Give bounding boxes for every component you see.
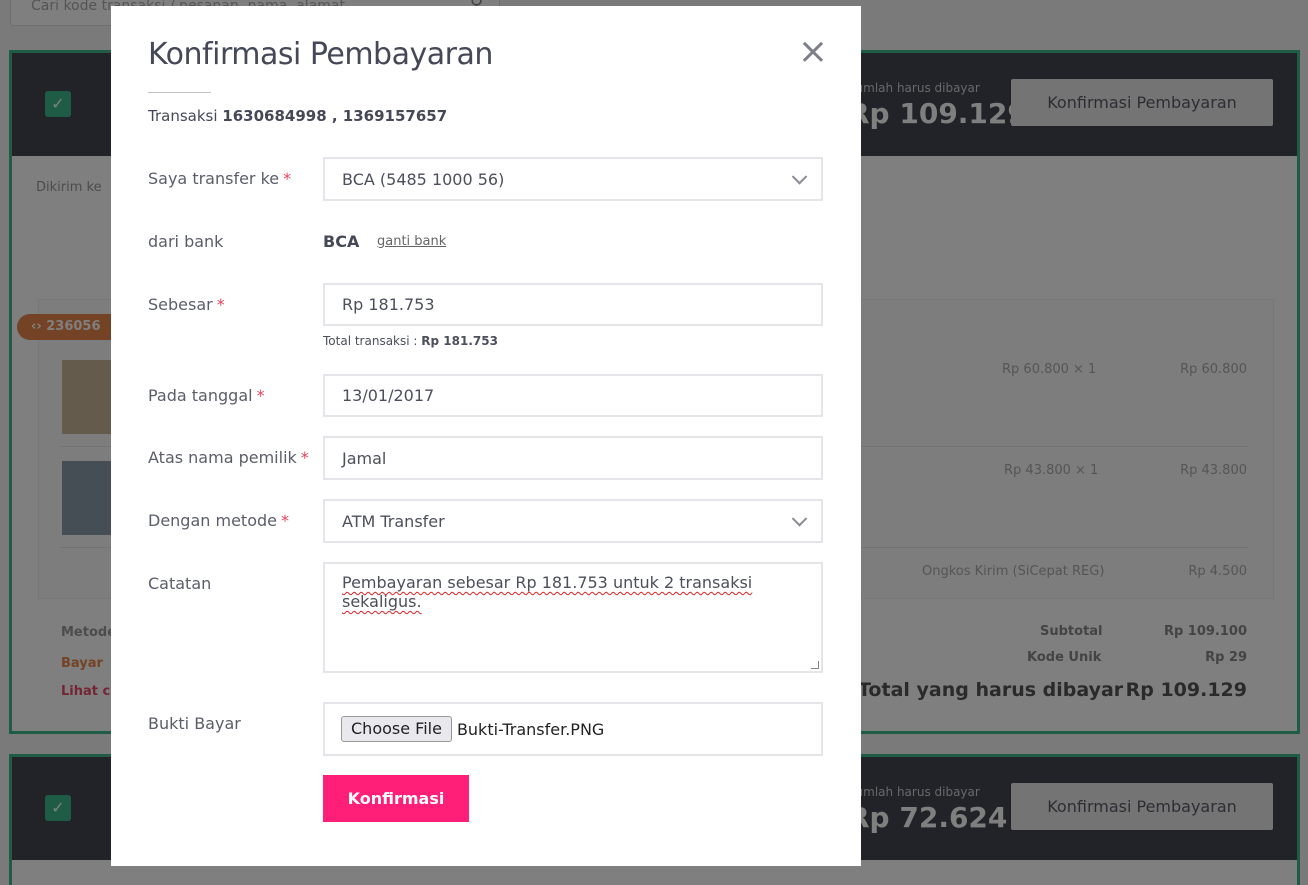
date-value: 13/01/2017 [342,386,435,405]
notes-label: Catatan [148,574,212,593]
amount-value: Rp 181.753 [342,295,435,314]
from-bank-value: BCA [323,232,360,251]
date-label: Pada tanggal * [148,386,265,405]
chevron-down-icon [791,169,808,185]
close-icon[interactable]: × [797,34,829,70]
chevron-down-icon [791,511,808,527]
required-mark: * [256,386,265,405]
transfer-to-label: Saya transfer ke * [148,169,291,188]
total-transaction-note: Total transaksi : Rp 181.753 [323,334,498,348]
field-label: Sebesar [148,295,213,314]
transaction-prefix: Transaksi [148,107,218,125]
transfer-to-value: BCA (5485 1000 56) [342,169,505,189]
account-name-label: Atas nama pemilik * [148,448,309,467]
choose-file-button[interactable]: Choose File [341,716,452,742]
total-note-prefix: Total transaksi : [323,334,418,348]
required-mark: * [216,295,225,314]
proof-label: Bukti Bayar [148,714,241,733]
transaction-ids: 1630684998 , 1369157657 [222,107,448,125]
field-label: Saya transfer ke [148,169,280,188]
field-label: Dengan metode [148,511,277,530]
notes-value: Pembayaran sebesar Rp 181.753 untuk 2 tr… [342,573,753,611]
total-note-value: Rp 181.753 [421,334,498,348]
resize-handle-icon[interactable] [811,661,819,669]
proof-file-input[interactable]: Choose File Bukti-Transfer.PNG [323,702,823,756]
account-name-input[interactable]: Jamal [323,436,823,480]
method-select[interactable]: ATM Transfer [323,499,823,543]
required-mark: * [283,169,292,188]
title-divider [148,92,211,93]
required-mark: * [280,511,289,530]
account-name-value: Jamal [342,448,387,468]
amount-input[interactable]: Rp 181.753 [323,283,823,326]
method-label: Dengan metode * [148,511,289,530]
transfer-to-select[interactable]: BCA (5485 1000 56) [323,157,823,201]
change-bank-link[interactable]: ganti bank [377,234,446,249]
modal-title: Konfirmasi Pembayaran [148,37,493,72]
file-name: Bukti-Transfer.PNG [456,719,605,739]
required-mark: * [300,448,309,467]
field-label: Pada tanggal [148,386,253,405]
payment-confirmation-modal: Konfirmasi Pembayaran × Transaksi 163068… [111,6,861,866]
date-input[interactable]: 13/01/2017 [323,374,823,417]
from-bank-label: dari bank [148,232,224,251]
transaction-info: Transaksi 1630684998 , 1369157657 [148,107,447,125]
amount-label: Sebesar * [148,295,225,314]
field-label: Atas nama pemilik [148,448,297,467]
method-value: ATM Transfer [342,511,445,531]
notes-textarea[interactable]: Pembayaran sebesar Rp 181.753 untuk 2 tr… [323,562,823,673]
confirm-submit-button[interactable]: Konfirmasi [323,775,469,822]
